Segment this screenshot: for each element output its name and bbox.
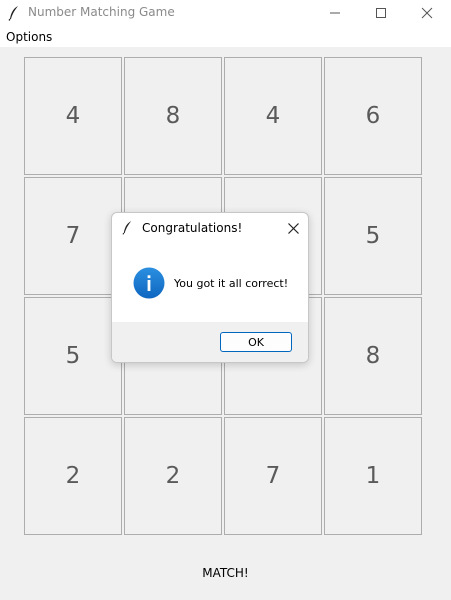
feather-icon	[8, 5, 20, 21]
tile-r2-c0[interactable]: 5	[24, 297, 122, 415]
close-icon	[288, 223, 299, 234]
window-title: Number Matching Game	[28, 5, 175, 19]
info-icon	[133, 267, 165, 299]
tile-r3-c1[interactable]: 2	[124, 417, 222, 535]
dialog-close-button[interactable]	[282, 217, 304, 239]
minimize-icon	[330, 12, 340, 14]
tile-r0-c3[interactable]: 6	[324, 57, 422, 175]
ok-button[interactable]: OK	[220, 332, 292, 352]
close-button[interactable]	[404, 0, 450, 27]
dialog-title-bar[interactable]: Congratulations!	[112, 213, 308, 243]
maximize-icon	[376, 8, 386, 18]
dialog-title: Congratulations!	[142, 221, 243, 235]
tile-r3-c2[interactable]: 7	[224, 417, 322, 535]
main-window: Number Matching Game Options 4 8 4 6 7 5…	[0, 0, 451, 600]
dialog-message: You got it all correct!	[174, 277, 289, 290]
feather-icon	[122, 220, 133, 235]
menu-bar: Options	[0, 27, 451, 47]
congratulations-dialog: Congratulations! You got it all correct!…	[111, 212, 309, 363]
tile-r0-c0[interactable]: 4	[24, 57, 122, 175]
maximize-button[interactable]	[358, 0, 404, 27]
tile-r2-c3[interactable]: 8	[324, 297, 422, 415]
tile-r1-c3[interactable]: 5	[324, 177, 422, 295]
menu-options[interactable]: Options	[6, 30, 52, 44]
tile-r3-c3[interactable]: 1	[324, 417, 422, 535]
tile-r1-c0[interactable]: 7	[24, 177, 122, 295]
dialog-footer: OK	[112, 322, 308, 362]
close-icon	[421, 7, 433, 19]
tile-r3-c0[interactable]: 2	[24, 417, 122, 535]
tile-r0-c2[interactable]: 4	[224, 57, 322, 175]
title-bar[interactable]: Number Matching Game	[0, 0, 451, 27]
status-label: MATCH!	[202, 566, 249, 580]
tile-r0-c1[interactable]: 8	[124, 57, 222, 175]
minimize-button[interactable]	[312, 0, 358, 27]
